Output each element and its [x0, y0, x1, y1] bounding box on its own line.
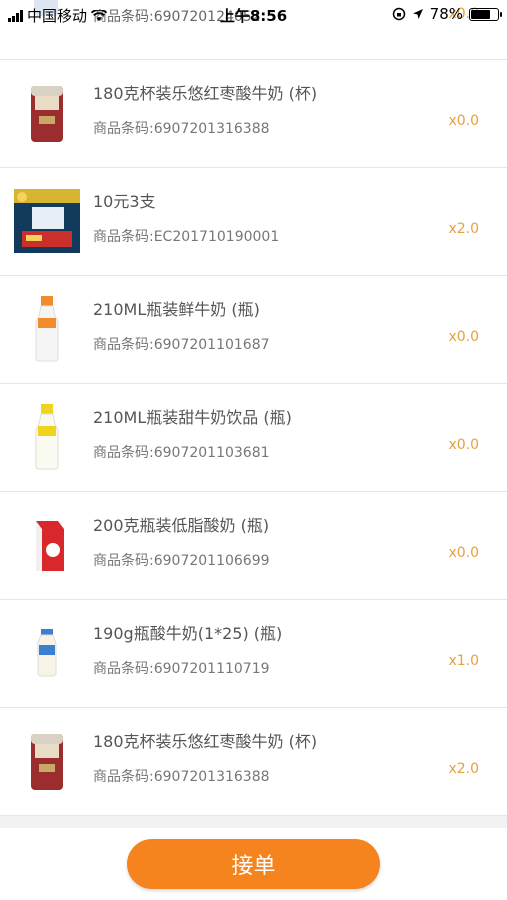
- milk-bottle-orange-icon: [16, 290, 78, 368]
- status-bar: 中国移动 上午8:56 78%: [0, 0, 507, 30]
- quantity-label: x0.0: [448, 113, 479, 129]
- red-cup-yogurt-icon: [16, 722, 78, 800]
- product-barcode: 商品条码:EC201710190001: [93, 229, 280, 245]
- status-right: 78%: [392, 5, 502, 23]
- battery-percent: 78%: [429, 5, 463, 23]
- rotation-lock-icon: [392, 7, 405, 21]
- quantity-label: x1.0: [448, 653, 479, 669]
- red-carton-icon: [16, 506, 78, 584]
- battery-fill: [471, 9, 490, 19]
- product-barcode: 商品条码:6907201101687: [93, 337, 270, 353]
- battery-icon: [469, 7, 502, 21]
- order-item-list: 商品条码:690720124052 x0.0 180克杯装乐悠红枣酸牛奶 (杯)…: [0, 0, 507, 816]
- quantity-label: x0.0: [448, 437, 479, 453]
- product-barcode: 商品条码:6907201106699: [93, 553, 270, 569]
- quantity-label: x2.0: [448, 221, 479, 237]
- yogurt-bottle-blue-icon: [16, 614, 78, 692]
- product-barcode: 商品条码:6907201103681: [93, 445, 270, 461]
- promo-banner-icon: [14, 182, 80, 260]
- product-title: 210ML瓶装甜牛奶饮品 (瓶): [93, 408, 292, 427]
- product-barcode: 商品条码:6907201316388: [93, 121, 270, 137]
- list-item[interactable]: 10元3支 商品条码:EC201710190001 x2.0: [0, 168, 507, 276]
- quantity-label: x0.0: [448, 545, 479, 561]
- red-cup-yogurt-icon: [16, 74, 78, 152]
- product-barcode: 商品条码:6907201110719: [93, 661, 270, 677]
- bottom-bar: 接单: [0, 828, 507, 900]
- product-barcode: 商品条码:6907201316388: [93, 769, 270, 785]
- location-icon: [412, 9, 423, 19]
- list-item[interactable]: 210ML瓶装鲜牛奶 (瓶) 商品条码:6907201101687 x0.0: [0, 276, 507, 384]
- product-title: 10元3支: [93, 192, 156, 211]
- list-item[interactable]: 200克瓶装低脂酸奶 (瓶) 商品条码:6907201106699 x0.0: [0, 492, 507, 600]
- product-title: 210ML瓶装鲜牛奶 (瓶): [93, 300, 260, 319]
- product-title: 190g瓶酸牛奶(1*25) (瓶): [93, 624, 283, 643]
- list-item[interactable]: 180克杯装乐悠红枣酸牛奶 (杯) 商品条码:6907201316388 x2.…: [0, 708, 507, 816]
- list-item[interactable]: 180克杯装乐悠红枣酸牛奶 (杯) 商品条码:6907201316388 x0.…: [0, 60, 507, 168]
- quantity-label: x0.0: [448, 329, 479, 345]
- milk-bottle-yellow-icon: [16, 398, 78, 476]
- list-item[interactable]: 190g瓶酸牛奶(1*25) (瓶) 商品条码:6907201110719 x1…: [0, 600, 507, 708]
- list-item[interactable]: 210ML瓶装甜牛奶饮品 (瓶) 商品条码:6907201103681 x0.0: [0, 384, 507, 492]
- product-title: 180克杯装乐悠红枣酸牛奶 (杯): [93, 732, 318, 751]
- quantity-label: x2.0: [448, 761, 479, 777]
- product-title: 180克杯装乐悠红枣酸牛奶 (杯): [93, 84, 318, 103]
- accept-order-button[interactable]: 接单: [127, 839, 380, 889]
- product-title: 200克瓶装低脂酸奶 (瓶): [93, 516, 270, 535]
